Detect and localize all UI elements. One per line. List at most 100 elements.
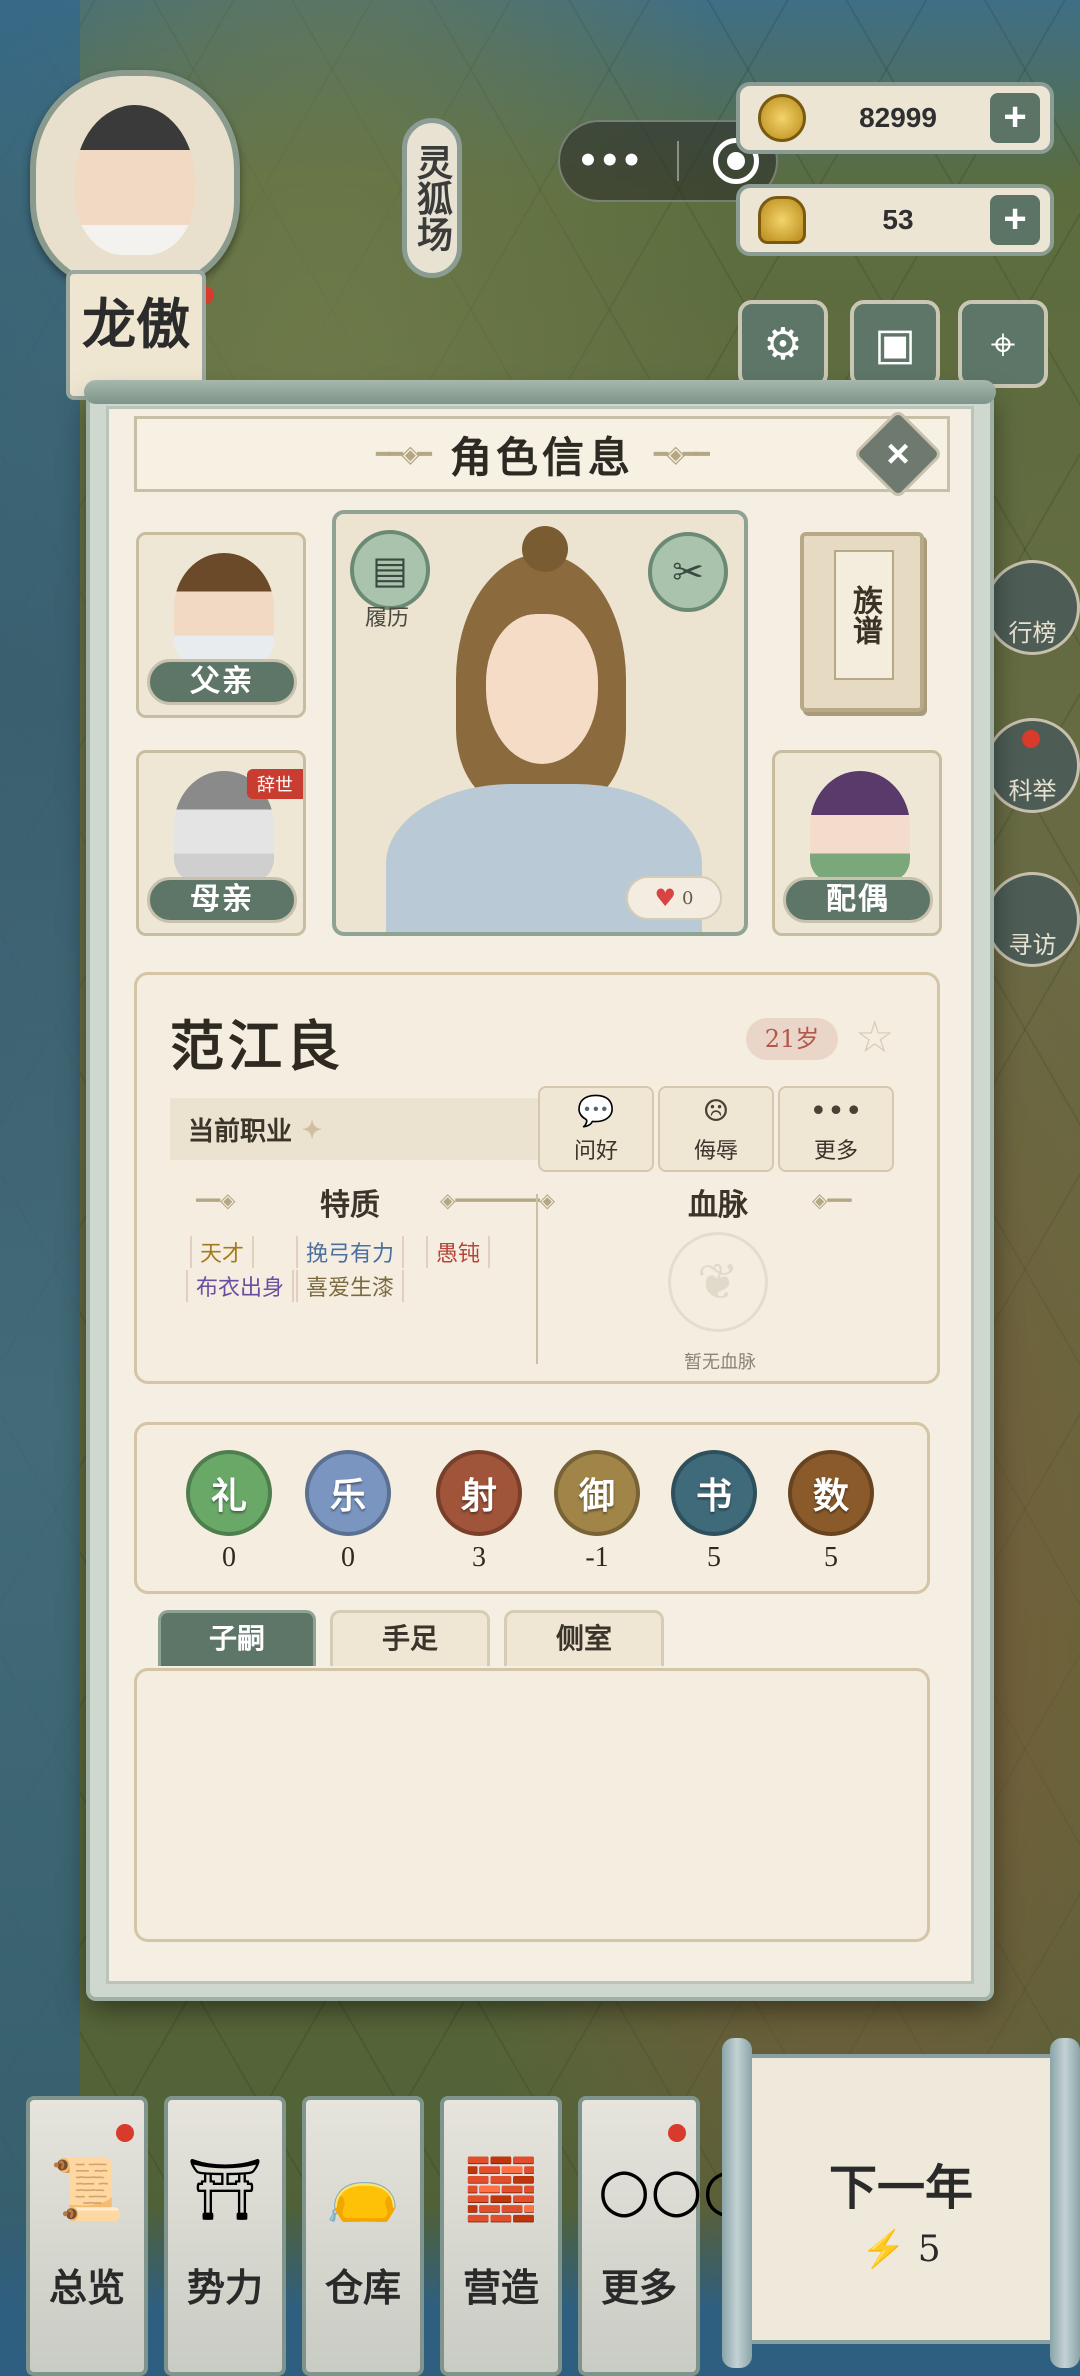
archery-value: 3 — [472, 1542, 486, 1573]
location-button[interactable]: ⌖ — [958, 300, 1048, 388]
player-avatar-face — [75, 105, 195, 255]
lightning-icon: ⚡ — [861, 2229, 907, 2270]
father-label: 父亲 — [147, 659, 297, 705]
energy-row: ⚡ 5 — [746, 2228, 1056, 2270]
trait-tag[interactable]: 喜爱生漆 — [296, 1270, 405, 1302]
add-coins-button[interactable]: + — [990, 93, 1040, 143]
insult-button[interactable]: ☹ 侮辱 — [658, 1086, 774, 1172]
father-portrait — [174, 553, 274, 663]
close-icon: × — [886, 432, 910, 476]
crane-emblem-icon: ❦ — [668, 1232, 768, 1332]
trait-tag[interactable]: 愚钝 — [426, 1236, 491, 1268]
deceased-tag: 辞世 — [247, 769, 303, 799]
nav-warehouse[interactable]: 👝 仓库 — [302, 2096, 424, 2376]
stat-char: 御 — [578, 1475, 615, 1517]
rites-icon[interactable]: 礼 — [186, 1450, 272, 1536]
nav-label: 势力 — [186, 2265, 263, 2310]
bloodline-status: 暂无血脉 — [684, 1352, 756, 1373]
stat-char: 数 — [812, 1475, 849, 1517]
nav-label: 营造 — [462, 2265, 539, 2310]
modal-title: 角色信息 — [449, 432, 634, 482]
nav-label: 总览 — [48, 2265, 125, 2310]
pavilion-icon: ⛩ — [186, 2155, 264, 2225]
stat-char: 乐 — [329, 1475, 366, 1517]
age-badge: 21岁 — [746, 1018, 838, 1060]
tab-concubines[interactable]: 侧室 — [504, 1610, 664, 1666]
more-dots-icon: ••• — [809, 1093, 863, 1129]
energy-value: 5 — [917, 2229, 941, 2270]
coin-icon — [758, 94, 806, 142]
occupation-label: 当前职业 — [188, 1116, 293, 1147]
add-ingots-button[interactable]: + — [990, 195, 1040, 245]
money-bag-icon: 👝 — [325, 2155, 401, 2225]
resume-button[interactable]: ▤ — [350, 530, 430, 610]
next-year-button[interactable]: 下一年 ⚡ 5 — [722, 2038, 1080, 2368]
resume-label: 履历 — [365, 606, 410, 631]
favorite-star-icon[interactable]: ☆ — [855, 1012, 894, 1063]
nav-label: 更多 — [600, 2265, 677, 2310]
spouse-card[interactable]: 配偶 — [772, 750, 942, 936]
archery-icon[interactable]: 射 — [436, 1450, 522, 1536]
trait-tag[interactable]: 挽弓有力 — [296, 1236, 405, 1268]
scroll-rod — [84, 380, 996, 404]
portrait-bun — [522, 526, 568, 572]
ingot-icon — [758, 196, 806, 244]
trait-tag[interactable]: 布衣出身 — [186, 1270, 295, 1302]
map-pin-icon: ⌖ — [990, 318, 1016, 370]
charioteering-icon[interactable]: 御 — [554, 1450, 640, 1536]
scroll-icon: ▤ — [372, 548, 408, 592]
side-button-ranking[interactable]: 行榜 — [985, 560, 1080, 655]
calligraphy-icon[interactable]: 书 — [671, 1450, 757, 1536]
nav-construction[interactable]: 🧱 营造 — [440, 2096, 562, 2376]
notification-dot — [1022, 730, 1040, 748]
player-avatar[interactable] — [30, 70, 240, 290]
scroll-brush-icon: 📜 — [49, 2155, 125, 2225]
greet-label: 问好 — [573, 1138, 618, 1164]
insult-label: 侮辱 — [693, 1138, 738, 1164]
occupation-row: 当前职业 ✦ — [170, 1098, 540, 1160]
settings-button[interactable]: ⚙ — [738, 300, 828, 388]
music-value: 0 — [341, 1542, 355, 1573]
ornament: ━━◈ — [196, 1188, 236, 1212]
trait-tag[interactable]: 天才 — [190, 1236, 255, 1268]
side-button-visit[interactable]: 寻访 — [985, 872, 1080, 967]
side-button-label: 行榜 — [1008, 619, 1057, 647]
more-label: 更多 — [813, 1138, 858, 1164]
mathematics-value: 5 — [824, 1542, 838, 1573]
likes-badge: ♥ 0 — [626, 876, 722, 920]
place-sign[interactable]: 灵狐场 — [402, 118, 462, 278]
spouse-label: 配偶 — [783, 877, 933, 923]
likes-count: 0 — [682, 887, 694, 909]
mother-card[interactable]: 辞世 母亲 — [136, 750, 306, 936]
section-divider — [536, 1194, 538, 1364]
comb-scissors-icon: ✂ — [672, 550, 704, 594]
ornament: ◈━━ — [812, 1188, 852, 1212]
rites-value: 0 — [222, 1542, 236, 1573]
music-icon[interactable]: 乐 — [305, 1450, 391, 1536]
appearance-button[interactable]: ✂ — [648, 532, 728, 612]
stat-char: 射 — [460, 1475, 497, 1517]
mother-label: 母亲 — [147, 877, 297, 923]
gear-icon: ⚙ — [763, 318, 803, 370]
notification-dot — [116, 2124, 134, 2142]
modal-title-bar: ━━◈━ 角色信息 ━◈━━ — [134, 416, 950, 492]
mathematics-icon[interactable]: 数 — [788, 1450, 874, 1536]
calligraphy-value: 5 — [707, 1542, 721, 1573]
greet-button[interactable]: 💬 问好 — [538, 1086, 654, 1172]
father-card[interactable]: 父亲 — [136, 532, 306, 718]
more-dots-icon[interactable]: ••• — [577, 141, 642, 181]
portrait-face — [486, 614, 598, 764]
heart-icon: ♥ — [654, 884, 677, 912]
more-circles-icon: ○○○ — [598, 2155, 756, 2225]
charioteering-value: -1 — [585, 1542, 609, 1573]
character-name: 范江良 — [170, 1014, 344, 1078]
tab-content-panel — [134, 1668, 930, 1942]
nav-faction[interactable]: ⛩ 势力 — [164, 2096, 286, 2376]
tab-siblings[interactable]: 手足 — [330, 1610, 490, 1666]
tab-children[interactable]: 子嗣 — [158, 1610, 316, 1666]
nav-label: 仓库 — [324, 2265, 401, 2310]
save-button[interactable]: ▣ — [850, 300, 940, 388]
genealogy-book[interactable]: 族谱 — [800, 532, 924, 712]
genealogy-label: 族谱 — [834, 550, 894, 680]
more-actions-button[interactable]: ••• 更多 — [778, 1086, 894, 1172]
